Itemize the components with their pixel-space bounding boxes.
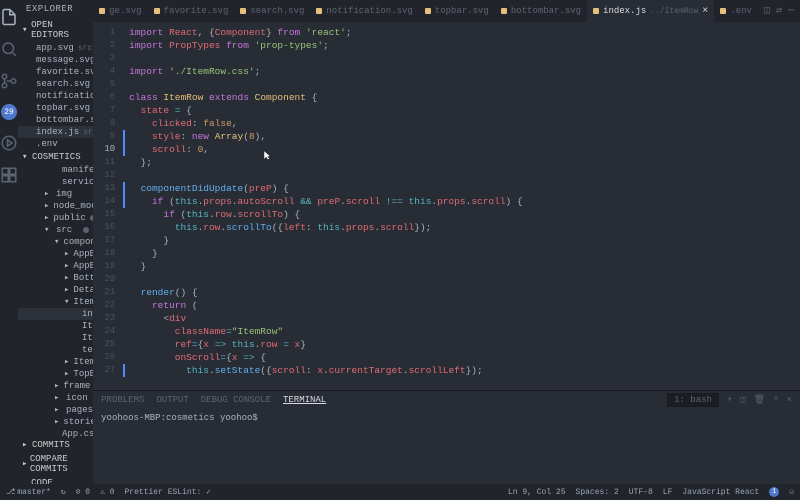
scm-badge[interactable]: 29: [1, 104, 17, 120]
editor-tab[interactable]: bottombar.svg: [495, 0, 587, 22]
section-header[interactable]: ▸COMPARE COMMITS: [18, 452, 93, 476]
folder-item[interactable]: ▾components: [18, 236, 93, 248]
encoding[interactable]: UTF-8: [629, 487, 653, 497]
folder-item[interactable]: ▸AppBottomBar: [18, 260, 93, 272]
trash-icon[interactable]: 🗑: [754, 395, 765, 405]
open-editor-item[interactable]: bottombar.svg src/frame: [18, 114, 93, 126]
open-editors-header[interactable]: ▾ OPEN EDITORS: [18, 18, 93, 42]
panel-tab[interactable]: OUTPUT: [156, 395, 188, 405]
folder-item[interactable]: ▸img: [18, 188, 93, 200]
statusbar: ⎇ master* ↻ ⊘ 0 ⚠ 0 Prettier ESLint: ✓ L…: [0, 484, 800, 500]
panel-tab[interactable]: TERMINAL: [283, 395, 326, 405]
open-editor-item[interactable]: app.svg src/icon: [18, 42, 93, 54]
sidebar-title: EXPLORER: [18, 0, 93, 18]
close-icon[interactable]: ×: [702, 6, 708, 17]
prettier-item[interactable]: Prettier ESLint: ✓: [125, 487, 211, 497]
project-tree: manifest.jsonservice-worker.js▸img▸node_…: [18, 164, 93, 438]
file-item[interactable]: manifest.json: [18, 164, 93, 176]
sync-item[interactable]: ↻: [61, 487, 66, 497]
folder-item[interactable]: ▸AppBar: [18, 248, 93, 260]
editor-tab[interactable]: .env: [714, 0, 758, 22]
lang[interactable]: JavaScript React: [682, 487, 759, 497]
open-editor-item[interactable]: notification.svg src/icon: [18, 90, 93, 102]
editor-tab[interactable]: ge.svg: [93, 0, 147, 22]
editor-tab[interactable]: index.js../ItemRow×: [587, 0, 714, 22]
feedback-icon[interactable]: ☺: [789, 487, 794, 497]
folder-item[interactable]: ▸stories: [18, 416, 93, 428]
file-item[interactable]: service-worker.js: [18, 176, 93, 188]
folder-item[interactable]: ▾src: [18, 224, 93, 236]
panel-tab[interactable]: DEBUG CONSOLE: [201, 395, 271, 405]
close-icon[interactable]: ×: [787, 395, 792, 405]
more-icon[interactable]: ⋯: [788, 5, 794, 17]
open-editor-item[interactable]: .env: [18, 138, 93, 150]
ln-col[interactable]: Ln 9, Col 25: [508, 487, 566, 497]
main: ge.svgfavorite.svgsearch.svgnotification…: [93, 0, 800, 500]
split-icon[interactable]: ◫: [764, 5, 770, 17]
activity-bar: 29: [0, 0, 18, 500]
gutter: 1234567891011121314151617181920212223242…: [93, 22, 123, 390]
compare-icon[interactable]: ⇄: [776, 5, 782, 17]
chevron-up-icon[interactable]: ^: [773, 395, 778, 405]
eol[interactable]: LF: [663, 487, 673, 497]
spaces[interactable]: Spaces: 2: [576, 487, 619, 497]
folder-item[interactable]: ▸DetailBar: [18, 284, 93, 296]
panel-tab[interactable]: PROBLEMS: [101, 395, 144, 405]
debug-icon[interactable]: [0, 134, 18, 152]
sidebar: EXPLORER ▾ OPEN EDITORS app.svg src/icon…: [18, 0, 93, 500]
warnings-item[interactable]: ⚠ 0: [100, 487, 114, 497]
editor-tab[interactable]: topbar.svg: [419, 0, 495, 22]
file-item[interactable]: ItemRow.css: [18, 320, 93, 332]
terminal-selector[interactable]: 1: bash: [667, 393, 719, 407]
editor[interactable]: 1234567891011121314151617181920212223242…: [93, 22, 800, 390]
scm-icon[interactable]: [0, 72, 18, 90]
search-icon[interactable]: [0, 40, 18, 58]
status-badge[interactable]: 1: [769, 487, 779, 497]
errors-item[interactable]: ⊘ 0: [76, 487, 90, 497]
folder-item[interactable]: ▾ItemRow: [18, 296, 93, 308]
folder-item[interactable]: ▸BottomBar: [18, 272, 93, 284]
folder-item[interactable]: ▸TopBar: [18, 368, 93, 380]
chevron-down-icon: ▾: [22, 152, 30, 162]
chevron-down-icon: ▾: [22, 25, 29, 35]
split-icon[interactable]: ◫: [740, 395, 745, 405]
explorer-icon[interactable]: [0, 8, 18, 26]
folder-item[interactable]: ▸frame: [18, 380, 93, 392]
open-editor-item[interactable]: index.js src/components...M: [18, 126, 93, 138]
open-editor-item[interactable]: topbar.svg src/frame: [18, 102, 93, 114]
project-header[interactable]: ▾ COSMETICS: [18, 150, 93, 164]
folder-item[interactable]: ▸public: [18, 212, 93, 224]
folder-item[interactable]: ▸icon: [18, 392, 93, 404]
editor-tab[interactable]: favorite.svg: [148, 0, 235, 22]
open-editor-item[interactable]: favorite.svg src/icon: [18, 66, 93, 78]
folder-item[interactable]: ▸node_modules: [18, 200, 93, 212]
panel-tabs: PROBLEMS OUTPUT DEBUG CONSOLE TERMINAL 1: ba…: [93, 391, 800, 409]
editor-tabs: ge.svgfavorite.svgsearch.svgnotification…: [93, 0, 800, 22]
open-editors-list: app.svg src/iconmessage.svg src/iconfavo…: [18, 42, 93, 150]
editor-tab[interactable]: search.svg: [234, 0, 310, 22]
file-item[interactable]: index.jsM: [18, 308, 93, 320]
file-item[interactable]: ItemRow.stories.js: [18, 332, 93, 344]
code-area[interactable]: import React, {Component} from 'react';i…: [123, 22, 800, 390]
file-item[interactable]: App.css: [18, 428, 93, 438]
folder-item[interactable]: ▸ItemView: [18, 356, 93, 368]
section-header[interactable]: ▸COMMITS: [18, 438, 93, 452]
add-icon[interactable]: +: [727, 395, 732, 405]
branch-item[interactable]: ⎇ master*: [6, 487, 51, 497]
open-editor-item[interactable]: search.svg src/icon: [18, 78, 93, 90]
open-editor-item[interactable]: message.svg src/icon: [18, 54, 93, 66]
folder-item[interactable]: ▸pages: [18, 404, 93, 416]
extensions-icon[interactable]: [0, 166, 18, 184]
file-item[interactable]: test.ItemRow.js: [18, 344, 93, 356]
cursor-icon: [263, 150, 273, 160]
editor-tab[interactable]: notification.svg: [310, 0, 418, 22]
